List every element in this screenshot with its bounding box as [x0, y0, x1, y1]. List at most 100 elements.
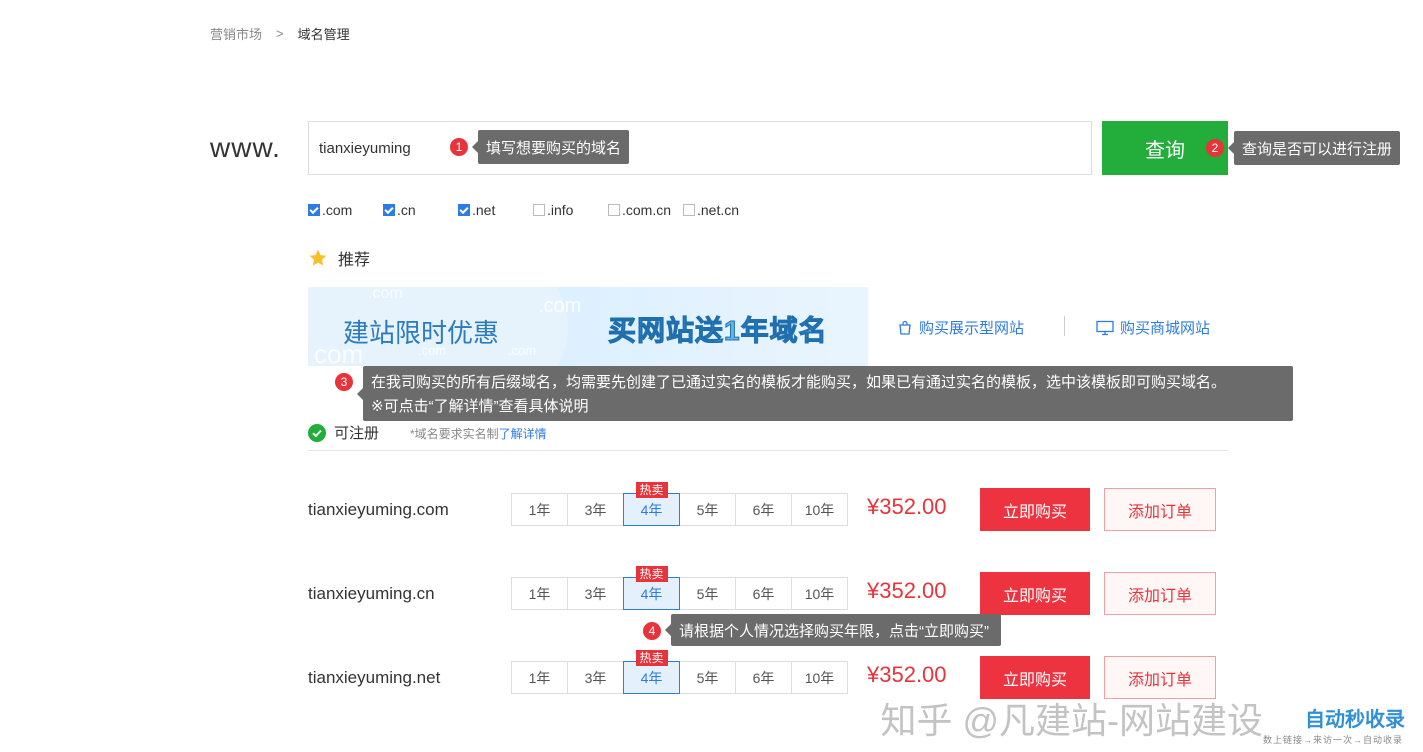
- watermark-subtext: 数上链接→来访一次→自动收录: [1262, 735, 1403, 745]
- suffix-net[interactable]: .net: [458, 202, 533, 218]
- monitor-icon: [1096, 320, 1114, 335]
- tip-3-badge: 3: [335, 373, 353, 391]
- buy-showcase-site-link[interactable]: 购买展示型网站: [897, 317, 1024, 338]
- recommend-label: 推荐: [338, 252, 371, 269]
- year-option[interactable]: 3年: [567, 661, 624, 694]
- tip-3-line-2: ※可点击“了解详情”查看具体说明: [371, 398, 589, 415]
- suffix-label: .info: [547, 202, 574, 218]
- year-option-label: 4年: [640, 501, 663, 518]
- price: ¥352.00: [867, 494, 947, 519]
- year-option[interactable]: 5年: [679, 661, 736, 694]
- promo-banner[interactable]: .com .com .com .com com 建站限时优惠 买网站送1年域名: [308, 287, 868, 366]
- price: ¥352.00: [867, 578, 947, 603]
- year-option-selected[interactable]: 4年 热卖: [623, 566, 680, 610]
- checkbox-checked-icon[interactable]: [383, 204, 395, 216]
- tip-4: 请根据个人情况选择购买年限，点击“立即购买”: [665, 614, 1001, 646]
- year-option[interactable]: 1年: [511, 577, 568, 610]
- availability-status: 可注册: [308, 422, 379, 443]
- year-option[interactable]: 6年: [735, 577, 792, 610]
- year-option[interactable]: 3年: [567, 493, 624, 526]
- tip-3: 在我司购买的所有后缀域名，均需要先创建了已通过实名的模板才能购买，如果已有通过实…: [357, 366, 1293, 421]
- tip-4-text: 请根据个人情况选择购买年限，点击“立即购买”: [679, 622, 989, 640]
- year-option[interactable]: 10年: [791, 661, 848, 694]
- watermark-text: 知乎 @凡建站-网站建设: [880, 700, 1263, 741]
- tip-2-badge: 2: [1206, 139, 1224, 157]
- year-option[interactable]: 1年: [511, 661, 568, 694]
- year-option[interactable]: 6年: [735, 661, 792, 694]
- hot-badge: 热卖: [635, 566, 668, 582]
- price: ¥352.00: [867, 662, 947, 687]
- check-circle-icon: [308, 423, 326, 442]
- year-option[interactable]: 3年: [567, 577, 624, 610]
- breadcrumb-parent[interactable]: 营销市场: [210, 24, 262, 43]
- year-option-selected[interactable]: 4年 热卖: [623, 650, 680, 694]
- buy-now-button[interactable]: 立即购买: [980, 488, 1090, 531]
- link-divider: [1064, 316, 1065, 336]
- checkbox-empty-icon[interactable]: [608, 204, 620, 216]
- year-option[interactable]: 6年: [735, 493, 792, 526]
- banner-right-text: 买网站送1年域名: [608, 315, 828, 347]
- buy-mall-site-label: 购买商城网站: [1120, 320, 1211, 337]
- suffix-info[interactable]: .info: [533, 202, 608, 218]
- year-option[interactable]: 5年: [679, 493, 736, 526]
- tip-1-badge: 1: [450, 138, 468, 156]
- banner-ghost-text: .com: [508, 343, 537, 358]
- availability-note-text: *域名要求实名制: [410, 427, 499, 441]
- buy-mall-site-link[interactable]: 购买商城网站: [1096, 317, 1210, 338]
- tip-2: 查询是否可以进行注册: [1227, 131, 1401, 165]
- availability-note: *域名要求实名制了解详情: [410, 425, 547, 442]
- www-prefix: www.: [210, 132, 281, 163]
- tip-3-line-1: 在我司购买的所有后缀域名，均需要先创建了已通过实名的模板才能购买，如果已有通过实…: [371, 374, 1227, 391]
- banner-ghost-text: .com: [538, 295, 582, 317]
- domain-name: tianxieyuming.net: [308, 668, 441, 687]
- domain-search-box[interactable]: [308, 121, 1092, 175]
- domain-name: tianxieyuming.com: [308, 500, 449, 519]
- checkbox-empty-icon[interactable]: [533, 204, 545, 216]
- checkbox-empty-icon[interactable]: [683, 204, 695, 216]
- recommend-heading: 推荐: [308, 246, 370, 270]
- tip-2-text: 查询是否可以进行注册: [1242, 140, 1393, 158]
- divider: [308, 450, 1228, 451]
- breadcrumb: 营销市场 > 域名管理: [210, 24, 350, 43]
- year-option[interactable]: 10年: [791, 577, 848, 610]
- suffix-label: .net: [472, 202, 496, 218]
- learn-more-link[interactable]: 了解详情: [499, 427, 547, 441]
- hot-badge: 热卖: [635, 482, 668, 498]
- checkbox-checked-icon[interactable]: [308, 204, 320, 216]
- suffix-com-cn[interactable]: .com.cn: [608, 202, 683, 218]
- year-option[interactable]: 5年: [679, 577, 736, 610]
- suffix-label: .cn: [397, 202, 416, 218]
- availability-label: 可注册: [334, 425, 380, 442]
- year-option[interactable]: 10年: [791, 493, 848, 526]
- add-order-button[interactable]: 添加订单: [1104, 572, 1216, 615]
- year-option-selected[interactable]: 4年 热卖: [623, 482, 680, 526]
- buy-now-button[interactable]: 立即购买: [980, 572, 1090, 615]
- banner-left-text: 建站限时优惠: [343, 318, 500, 348]
- tip-4-badge: 4: [643, 622, 661, 640]
- suffix-label: .com: [322, 202, 353, 218]
- year-option-label: 4年: [640, 585, 663, 602]
- year-selector: 1年 3年 4年 热卖 5年 6年 10年: [511, 650, 848, 694]
- breadcrumb-current: 域名管理: [297, 27, 350, 42]
- tip-1-text: 填写想要购买的域名: [486, 139, 622, 157]
- hot-badge: 热卖: [635, 650, 668, 666]
- watermark-logo: 自动秒收录: [1305, 709, 1405, 731]
- year-selector: 1年 3年 4年 热卖 5年 6年 10年: [511, 566, 848, 610]
- domain-search-input[interactable]: [309, 122, 1091, 174]
- domain-name: tianxieyuming.cn: [308, 584, 435, 603]
- suffix-net-cn[interactable]: .net.cn: [683, 202, 758, 218]
- suffix-cn[interactable]: .cn: [383, 202, 458, 218]
- year-selector: 1年 3年 4年 热卖 5年 6年 10年: [511, 482, 848, 526]
- star-icon: [309, 249, 327, 266]
- year-option[interactable]: 1年: [511, 493, 568, 526]
- bag-icon: [899, 320, 911, 335]
- banner-ghost-text: .com: [368, 287, 403, 302]
- suffix-label: .com.cn: [622, 202, 672, 218]
- breadcrumb-separator: >: [276, 26, 284, 41]
- add-order-button[interactable]: 添加订单: [1104, 488, 1216, 531]
- buy-showcase-site-label: 购买展示型网站: [919, 320, 1025, 337]
- suffix-com[interactable]: .com: [308, 202, 383, 218]
- suffix-label: .net.cn: [697, 202, 740, 218]
- checkbox-checked-icon[interactable]: [458, 204, 470, 216]
- year-option-label: 4年: [640, 669, 663, 686]
